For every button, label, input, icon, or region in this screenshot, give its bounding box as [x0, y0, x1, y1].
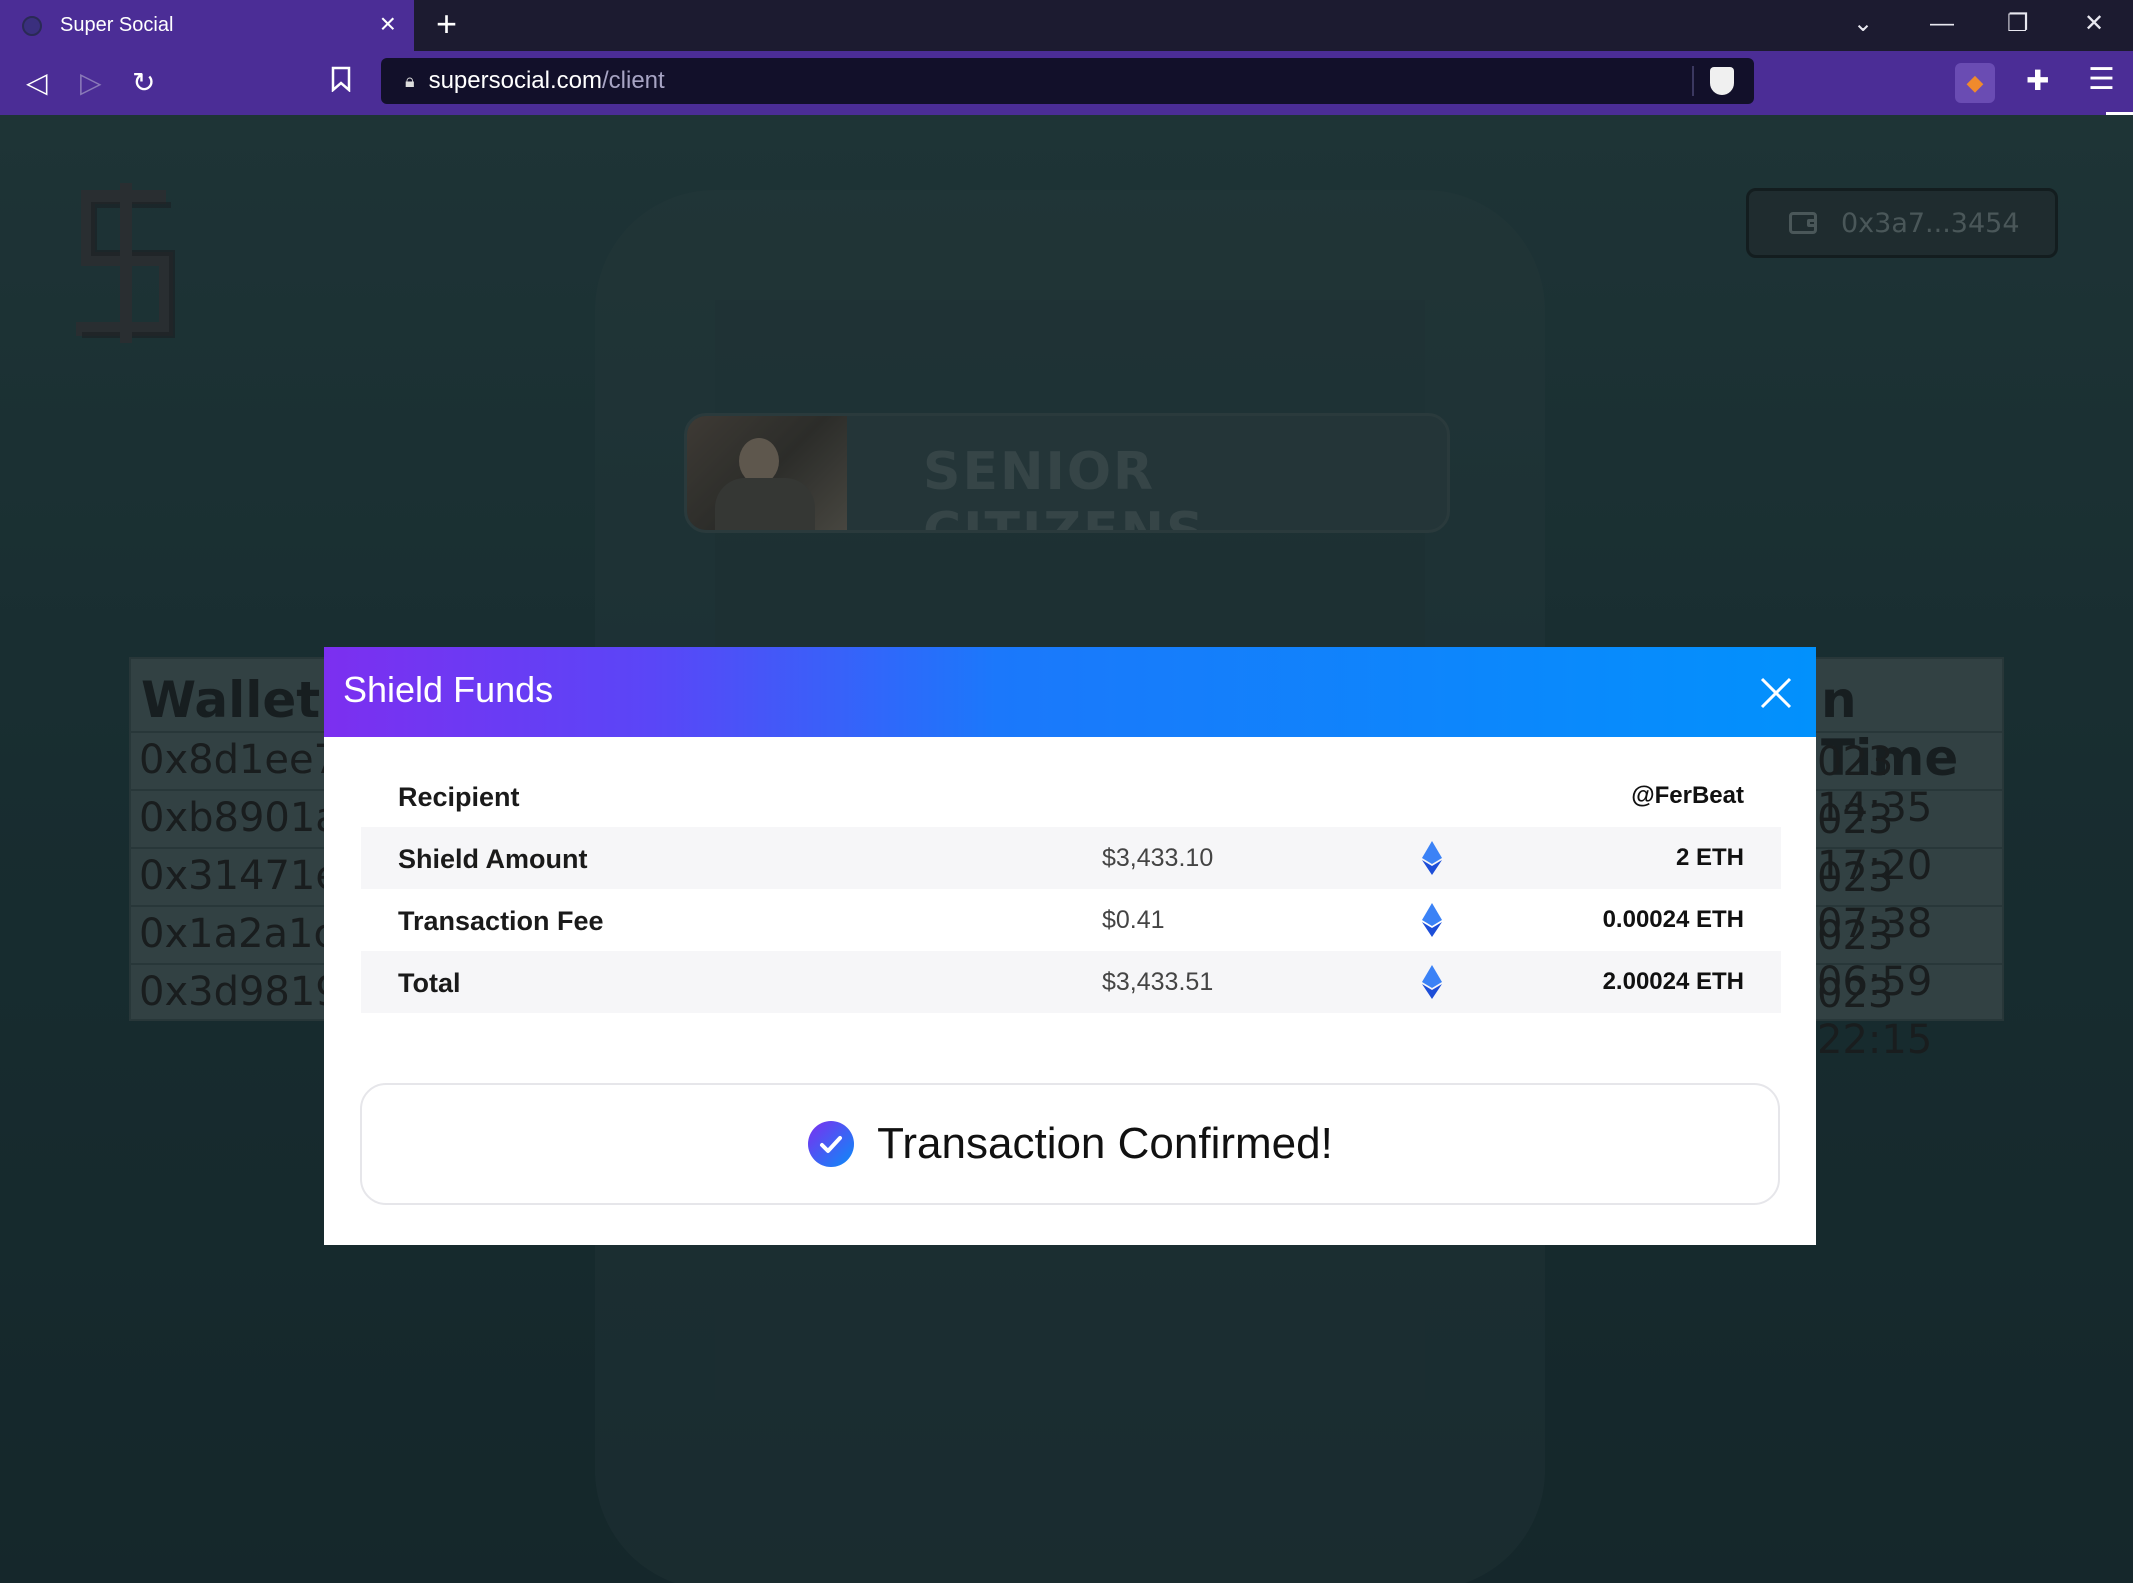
row-usd-value: $3,433.51 — [1102, 968, 1214, 996]
status-message: Transaction Confirmed! — [877, 1119, 1333, 1168]
close-icon[interactable] — [1748, 665, 1804, 721]
shield-amount-row: Shield Amount $3,433.10 2 ETH — [361, 827, 1781, 889]
transaction-summary: Recipient @FerBeat Shield Amount $3,433.… — [361, 765, 1781, 1013]
transaction-status-banner: Transaction Confirmed! — [360, 1083, 1780, 1205]
tab-search-chevron-icon[interactable]: ⌄ — [1853, 10, 1873, 38]
modal-header: Shield Funds — [324, 647, 1816, 737]
recipient-label: Recipient — [398, 782, 520, 812]
row-eth-value: 2 ETH — [1675, 844, 1744, 871]
recipient-value: @FerBeat — [1631, 782, 1744, 809]
shield-funds-modal: Shield Funds Recipient @FerBeat Shield A… — [324, 647, 1816, 1245]
minimize-window-button[interactable]: — — [1930, 10, 1954, 38]
recipient-row: Recipient @FerBeat — [361, 765, 1781, 827]
lock-icon: 🔒︎ — [405, 70, 415, 91]
total-row: Total $3,433.51 2.00024 ETH — [361, 951, 1781, 1013]
row-label: Shield Amount — [398, 844, 588, 874]
close-window-button[interactable]: ✕ — [2084, 10, 2104, 38]
browser-menu-icon[interactable]: ☰ — [2088, 62, 2115, 97]
row-label: Transaction Fee — [398, 906, 604, 936]
new-tab-button[interactable]: + — [436, 6, 457, 42]
back-button-icon[interactable]: ◁ — [26, 65, 48, 101]
address-bar-divider — [1692, 66, 1694, 96]
check-circle-icon — [808, 1121, 855, 1167]
url-host: supersocial.com — [428, 67, 602, 94]
row-usd-value: $3,433.10 — [1102, 844, 1214, 872]
row-eth-value: 2.00024 ETH — [1602, 968, 1744, 995]
ethereum-icon — [1422, 841, 1442, 875]
row-eth-value: 0.00024 ETH — [1602, 906, 1744, 933]
ethereum-icon — [1422, 903, 1442, 937]
url-path: /client — [601, 67, 665, 94]
metamask-extension-icon[interactable]: ◆ — [1955, 63, 1995, 103]
bookmark-icon[interactable] — [331, 65, 351, 101]
forward-button-icon[interactable]: ▷ — [80, 65, 102, 101]
reload-button-icon[interactable]: ↻ — [132, 65, 155, 101]
row-label: Total — [398, 968, 461, 998]
row-usd-value: $0.41 — [1102, 906, 1165, 934]
extensions-puzzle-icon[interactable]: ✚ — [2026, 64, 2049, 97]
tab-close-icon[interactable]: × — [380, 10, 396, 38]
tab-title: Super Social — [60, 14, 174, 36]
page-content: 0x3a7...3454 SENIOR CITIZENS Wallet n Ti… — [0, 115, 2133, 1583]
site-favicon-icon — [22, 15, 42, 36]
browser-tab-strip: Super Social × + ⌄ — ❐ ✕ — [0, 0, 2133, 51]
browser-tab[interactable]: Super Social × — [0, 0, 414, 51]
brave-shield-icon[interactable] — [1710, 67, 1734, 95]
address-bar[interactable]: 🔒︎ supersocial.com/client — [381, 58, 1754, 104]
ethereum-icon — [1422, 965, 1442, 999]
transaction-fee-row: Transaction Fee $0.41 0.00024 ETH — [361, 889, 1781, 951]
restore-window-button[interactable]: ❐ — [2007, 10, 2029, 38]
modal-title: Shield Funds — [343, 669, 554, 710]
